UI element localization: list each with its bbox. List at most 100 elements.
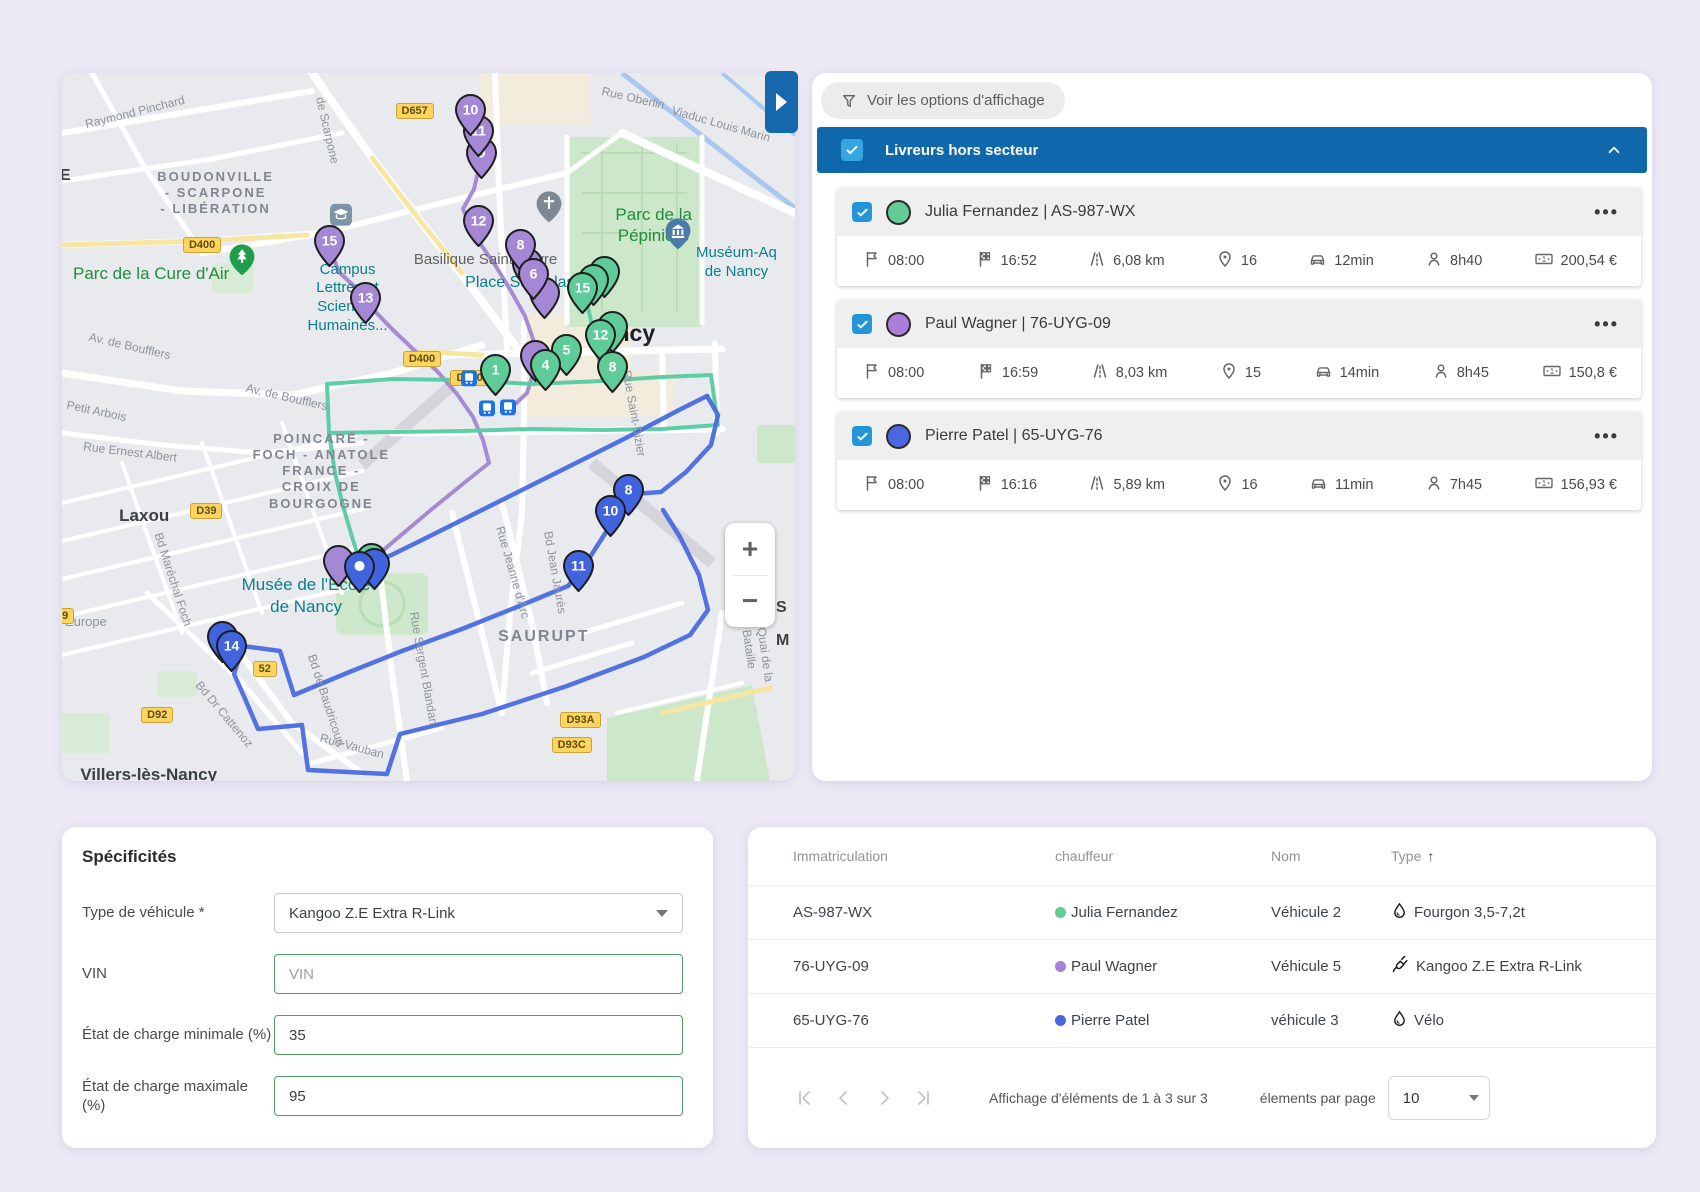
chevron-down-icon <box>656 910 668 917</box>
panel-collapse-button[interactable] <box>765 71 798 133</box>
stat-start: 08:00 <box>863 250 924 272</box>
plug-icon <box>1391 955 1410 978</box>
driver-card: Pierre Patel | 65-UYG-76•••08:0016:165,8… <box>837 412 1641 510</box>
map-canvas[interactable]: Raymond PinchardEde ScarponeRue OberlinV… <box>62 73 795 781</box>
map-pin-blue-11[interactable]: 11 <box>563 550 594 592</box>
vehicle-type-select[interactable]: Kangoo Z.E Extra R-Link <box>274 893 683 933</box>
stat-start: 08:00 <box>863 362 924 384</box>
map-label: Rue Sergent Blandan <box>406 610 441 726</box>
transit-poi-icon <box>500 400 516 421</box>
svg-text:15: 15 <box>322 232 338 248</box>
display-options-button[interactable]: Voir les options d'affichage <box>821 82 1065 119</box>
map-pin-purple-10[interactable]: 10 <box>455 94 486 136</box>
vin-row: VIN <box>82 954 683 994</box>
map-pin-purple-6[interactable]: 6 <box>518 258 549 300</box>
sort-asc-icon: ↑ <box>1427 848 1434 864</box>
driver-card-header[interactable]: Paul Wagner | 76-UYG-09••• <box>837 300 1641 348</box>
map-pin-green-15[interactable]: 15 <box>567 272 598 314</box>
map-overlays: Raymond PinchardEde ScarponeRue OberlinV… <box>62 73 795 781</box>
map-pin-green-4[interactable]: 4 <box>530 349 561 391</box>
svg-text:12: 12 <box>593 327 609 343</box>
table-row[interactable]: AS-987-WXJulia FernandezVéhicule 2Fourgo… <box>748 886 1656 940</box>
svg-text:13: 13 <box>358 290 374 306</box>
duration-icon <box>1308 250 1327 273</box>
specificites-card: Spécificités Type de véhicule * Kangoo Z… <box>62 827 713 1148</box>
prev-page-button[interactable] <box>833 1087 855 1109</box>
more-options-button[interactable]: ••• <box>1594 207 1619 217</box>
map-label: Muséum-Aq de Nancy <box>696 244 777 282</box>
more-options-button[interactable]: ••• <box>1594 319 1619 329</box>
next-page-button[interactable] <box>873 1087 895 1109</box>
start-icon <box>863 250 881 272</box>
vehicle-type-label: Type de véhicule * <box>82 903 274 923</box>
col-nom[interactable]: Nom <box>1271 848 1391 864</box>
section-checkbox[interactable] <box>841 139 863 161</box>
driver-card: Julia Fernandez | AS-987-WX••• 08:00 16:52… <box>837 188 1641 286</box>
map-pin-purple-12[interactable]: 12 <box>463 205 494 247</box>
driver-checkbox[interactable] <box>852 202 872 222</box>
driver-color-dot <box>1055 961 1066 972</box>
map-pin-blue[interactable] <box>344 551 375 593</box>
col-immatriculation[interactable]: Immatriculation <box>793 848 1055 864</box>
driver-card-header[interactable]: Julia Fernandez | AS-987-WX••• <box>837 188 1641 236</box>
map-pin-green-8[interactable]: 8 <box>597 351 628 393</box>
driver-avatar <box>886 200 911 225</box>
cell-plate: 65-UYG-76 <box>793 1012 1055 1029</box>
charge-min-row: État de charge minimale (%) <box>82 1015 683 1055</box>
charge-min-input[interactable] <box>274 1015 683 1055</box>
duration-icon <box>1314 362 1333 385</box>
map-pin-green-1[interactable]: 1 <box>480 354 511 396</box>
stat-cost: 1156,93 € <box>1534 474 1617 496</box>
driver-stats-row: 08:0016:526,08 km1612min8h401200,54 € <box>837 236 1641 286</box>
map-label: Bd Maréchal Foch <box>151 531 195 628</box>
cell-driver: Paul Wagner <box>1055 958 1271 975</box>
charge-min-label: État de charge minimale (%) <box>82 1025 274 1045</box>
more-options-button[interactable]: ••• <box>1594 431 1619 441</box>
map-label: S <box>776 598 787 618</box>
tree-poi-icon <box>229 244 254 280</box>
vehicles-table-card: Immatriculation chauffeur Nom Type↑ AS-9… <box>748 827 1656 1148</box>
map-pin-purple-13[interactable]: 13 <box>350 282 381 324</box>
map-pin-purple-15[interactable]: 15 <box>314 225 345 267</box>
map-label: Rue Ernest Albert <box>82 439 177 465</box>
map-pin-blue-10[interactable]: 10 <box>595 495 626 537</box>
cell-type: Vélo <box>1391 1009 1626 1032</box>
road-badge: D400 <box>183 237 221 253</box>
vin-input[interactable] <box>274 954 683 994</box>
chevron-up-icon[interactable] <box>1605 141 1623 159</box>
road-badge: 9 <box>62 608 74 624</box>
zoom-in-button[interactable]: + <box>725 523 775 575</box>
svg-text:1: 1 <box>1541 255 1546 264</box>
map-label: Av. de Boufflers <box>87 329 172 362</box>
check-icon <box>855 317 870 332</box>
cost-icon: 1 <box>1534 250 1554 272</box>
charge-max-label: État de charge maximale (%) <box>82 1077 274 1116</box>
per-page-select[interactable]: 10 <box>1388 1076 1490 1120</box>
driver-card: Paul Wagner | 76-UYG-09•••08:0016:598,03… <box>837 300 1641 398</box>
table-row[interactable]: 76-UYG-09Paul WagnerVéhicule 5Kangoo Z.E… <box>748 940 1656 994</box>
zoom-out-button[interactable]: − <box>725 576 775 628</box>
map-pin-blue-14[interactable]: 14 <box>216 630 247 672</box>
stat-duration: 11min <box>1309 474 1373 497</box>
col-type[interactable]: Type↑ <box>1391 848 1626 864</box>
driver-name: Pierre Patel | 65-UYG-76 <box>925 427 1103 445</box>
check-icon <box>855 205 870 220</box>
map-label: SAURUPT <box>498 627 589 647</box>
col-chauffeur[interactable]: chauffeur <box>1055 848 1271 864</box>
driver-stats-row: 08:0016:165,89 km1611min7h451156,93 € <box>837 460 1641 510</box>
start-icon <box>863 362 881 384</box>
svg-text:8: 8 <box>609 358 617 374</box>
charge-max-input[interactable] <box>274 1076 683 1116</box>
svg-text:10: 10 <box>603 502 619 518</box>
table-row[interactable]: 65-UYG-76Pierre Patelvéhicule 3Vélo <box>748 994 1656 1048</box>
last-page-button[interactable] <box>913 1087 935 1109</box>
driver-checkbox[interactable] <box>852 314 872 334</box>
driver-checkbox[interactable] <box>852 426 872 446</box>
stat-end: 16:52 <box>976 250 1037 272</box>
first-page-button[interactable] <box>793 1087 815 1109</box>
map-label: Quai de la Bataille <box>738 627 778 704</box>
stat-stops: 16 <box>1216 474 1257 496</box>
section-livreurs-hors-secteur[interactable]: Livreurs hors secteur <box>817 127 1647 173</box>
driver-card-header[interactable]: Pierre Patel | 65-UYG-76 ••• <box>837 412 1641 460</box>
stat-stops: 16 <box>1216 250 1257 272</box>
